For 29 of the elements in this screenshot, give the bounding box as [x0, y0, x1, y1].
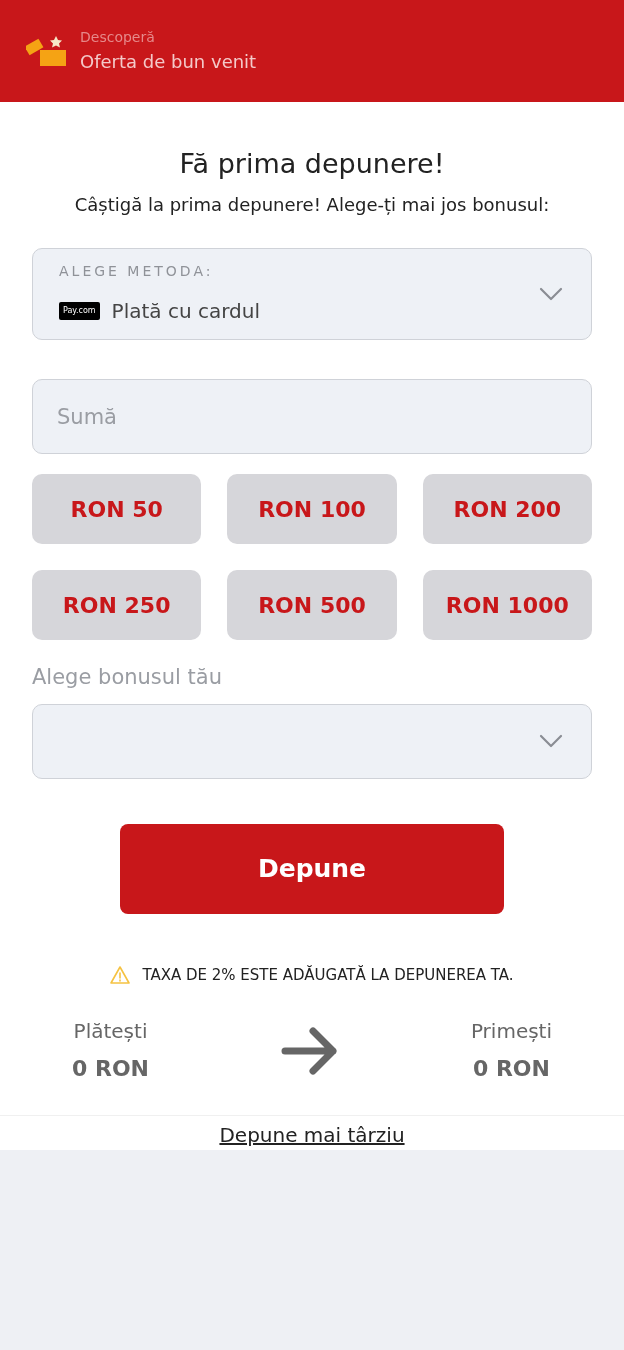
pay-logo: Pay.com: [59, 302, 100, 321]
bonus-label: Alege bonusul tău: [32, 664, 223, 692]
amount-preset-button[interactable]: RON 200: [422, 474, 592, 545]
amount-field[interactable]: Sumă: [32, 378, 592, 455]
bonus-select[interactable]: [32, 703, 592, 780]
pay-label: Plătești: [73, 1018, 148, 1045]
amount-preset-button[interactable]: RON 500: [227, 570, 397, 641]
header-title[interactable]: Oferta de bun venit: [80, 48, 257, 75]
fee-notice: TAXA DE 2% ESTE ADĂUGATĂ LA DEPUNEREA TA.: [142, 964, 514, 986]
chevron-down-icon: [539, 286, 563, 301]
receive-label: Primești: [470, 1018, 552, 1045]
receive-amount: 0 RON: [472, 1055, 550, 1083]
arrow-right-icon: [280, 1026, 339, 1075]
gift-icon: [26, 34, 68, 68]
pay-amount: 0 RON: [72, 1055, 150, 1083]
page-subheading: Câștigă la prima depunere! Alege-ți mai jos bonusul:: [73, 192, 551, 217]
deposit-button[interactable]: Depune: [120, 824, 504, 914]
header-eyebrow: Descoperă: [80, 28, 156, 47]
amount-preset-button[interactable]: RON 50: [32, 474, 202, 545]
method-select[interactable]: ALEGE METODA: Pay.com Plată cu cardul: [32, 247, 592, 340]
page-heading: Fă prima depunere!: [178, 147, 446, 181]
method-value: Plată cu cardul: [111, 298, 260, 326]
warning-icon: [110, 965, 131, 984]
method-label: ALEGE METODA:: [59, 262, 215, 282]
amount-preset-button[interactable]: RON 1000: [422, 570, 592, 641]
chevron-down-icon: [539, 734, 563, 749]
amount-preset-button[interactable]: RON 250: [32, 570, 202, 641]
amount-preset-button[interactable]: RON 100: [227, 474, 397, 545]
deposit-later-link[interactable]: Depune mai târziu: [219, 1120, 405, 1150]
